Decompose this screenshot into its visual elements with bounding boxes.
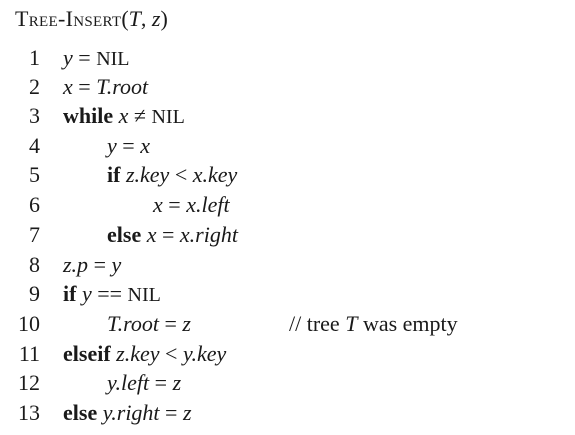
keyword: elseif bbox=[63, 341, 111, 366]
keyword: else bbox=[63, 400, 98, 425]
param-t: T bbox=[128, 6, 141, 31]
line-number: 9 bbox=[29, 281, 40, 306]
code-text: T.root = z bbox=[107, 311, 191, 336]
code-comment: // tree T was empty bbox=[289, 311, 458, 336]
line-number: 12 bbox=[18, 370, 40, 395]
code-text: y = x bbox=[107, 133, 150, 158]
line-number: 5 bbox=[29, 162, 40, 187]
code-text: if z.key < x.key bbox=[107, 162, 238, 187]
keyword: if bbox=[63, 281, 77, 306]
line-number: 3 bbox=[29, 103, 40, 128]
params-open: ( bbox=[121, 6, 129, 31]
line-number: 1 bbox=[29, 45, 40, 70]
line-number: 11 bbox=[18, 341, 40, 366]
keyword: while bbox=[63, 103, 114, 128]
line-number: 8 bbox=[29, 252, 40, 277]
procedure-title: Tree-Insert(T, z) bbox=[15, 4, 168, 34]
code-text: z.p = y bbox=[63, 252, 122, 277]
line-number: 10 bbox=[18, 311, 40, 336]
line-number: 13 bbox=[18, 400, 40, 425]
line-number: 6 bbox=[29, 192, 40, 217]
code-text: while x ≠ NIL bbox=[63, 103, 185, 128]
params-close: ) bbox=[160, 6, 168, 31]
line-number: 7 bbox=[29, 222, 40, 247]
code-text: y = NIL bbox=[63, 45, 130, 70]
params-sep: , bbox=[140, 6, 152, 31]
keyword: else bbox=[107, 222, 142, 247]
code-text: else x = x.right bbox=[107, 222, 238, 247]
code-text: if y == NIL bbox=[63, 281, 161, 306]
line-number: 2 bbox=[29, 74, 40, 99]
code-text: else y.right = z bbox=[63, 400, 192, 425]
code-text: x = T.root bbox=[63, 74, 149, 99]
line-number: 4 bbox=[29, 133, 40, 158]
procedure-name: Tree-Insert bbox=[15, 6, 122, 31]
code-text: x = x.left bbox=[153, 192, 230, 217]
keyword: if bbox=[107, 162, 121, 187]
code-text: y.left = z bbox=[107, 370, 182, 395]
code-text: elseif z.key < y.key bbox=[63, 341, 227, 366]
